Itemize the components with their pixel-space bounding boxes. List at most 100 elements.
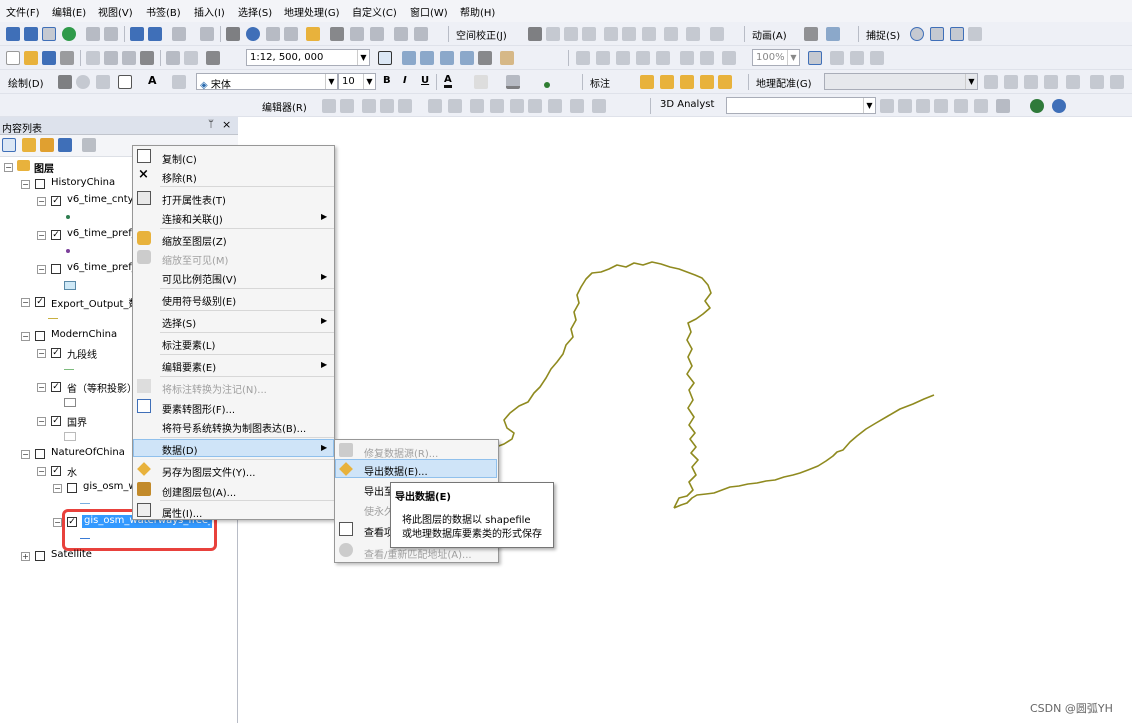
reshape-icon[interactable] — [428, 99, 442, 113]
edge-match-icon[interactable] — [664, 27, 678, 41]
python-window-icon[interactable] — [478, 51, 492, 65]
collapse-icon[interactable]: − — [21, 450, 30, 459]
edit-tool-icon[interactable] — [528, 27, 542, 41]
edge-snapping-icon[interactable] — [968, 27, 982, 41]
edit-tool-disabled-icon[interactable] — [322, 99, 336, 113]
html-popup-icon[interactable] — [284, 27, 298, 41]
end-snapping-icon[interactable] — [930, 27, 944, 41]
zoom-in-icon[interactable] — [6, 27, 20, 41]
menu-windows[interactable]: 窗口(W) — [410, 4, 448, 19]
adjust-icon[interactable] — [622, 27, 636, 41]
layout-pan-icon[interactable] — [616, 51, 630, 65]
find-icon[interactable] — [330, 27, 344, 41]
labeling-menu[interactable]: 标注 — [590, 75, 610, 90]
attributes-icon[interactable] — [510, 99, 524, 113]
collapse-icon[interactable]: − — [37, 349, 46, 358]
checkbox-checked[interactable]: ✓ — [35, 297, 45, 307]
marker-color-icon[interactable] — [544, 82, 550, 88]
animation-menu[interactable]: 动画(A) — [752, 27, 787, 42]
edit-vertices-icon[interactable] — [398, 99, 412, 113]
interpolate-line-icon[interactable] — [954, 99, 968, 113]
menu-item-remove[interactable]: 移除(R) — [162, 170, 197, 185]
trace-icon[interactable] — [380, 99, 394, 113]
menu-edit[interactable]: 编辑(E) — [52, 4, 86, 19]
full-extent-icon[interactable] — [62, 27, 76, 41]
draw-menu[interactable]: 绘制(D) — [8, 75, 44, 90]
toc-row-water[interactable]: 水 — [67, 464, 77, 479]
submenu-item-rematch-address[interactable]: 查看/重新匹配地址(A)... — [364, 546, 472, 561]
arcglobe-icon[interactable] — [1052, 99, 1066, 113]
scale-georef-icon[interactable] — [1024, 75, 1038, 89]
menu-item-visible-scale-range[interactable]: 可见比例范围(V) — [162, 271, 237, 286]
modelbuilder-icon[interactable] — [500, 51, 514, 65]
checkbox-unchecked[interactable] — [35, 449, 45, 459]
menu-item-zoom-to-layer[interactable]: 缩放至图层(Z) — [162, 233, 227, 248]
delete-icon[interactable] — [140, 51, 154, 65]
find-route-icon[interactable] — [350, 27, 364, 41]
zoom-out-icon[interactable] — [24, 27, 38, 41]
snapping-menu[interactable]: 捕捉(S) — [866, 27, 900, 42]
italic-button[interactable]: I — [403, 75, 407, 86]
submenu-item-repair-data-source[interactable]: 修复数据源(R)... — [364, 445, 438, 460]
layout-zoom-out-icon[interactable] — [596, 51, 610, 65]
menu-item-zoom-to-visible[interactable]: 缩放至可见(M) — [162, 252, 228, 267]
collapse-icon[interactable]: − — [37, 467, 46, 476]
collapse-icon[interactable]: − — [53, 518, 62, 527]
arctoolbox-icon[interactable] — [460, 51, 474, 65]
catalog-window-icon[interactable] — [420, 51, 434, 65]
go-back-extent-icon[interactable] — [700, 51, 714, 65]
go-forward-extent-icon[interactable] — [722, 51, 736, 65]
checkbox-checked[interactable]: ✓ — [51, 230, 61, 240]
menu-file[interactable]: 文件(F) — [6, 4, 40, 19]
list-by-source-icon[interactable] — [22, 138, 36, 152]
capture-view-icon[interactable] — [804, 27, 818, 41]
back-icon[interactable] — [130, 27, 144, 41]
collapse-icon[interactable]: − — [53, 484, 62, 493]
print-icon[interactable] — [60, 51, 74, 65]
collapse-icon[interactable]: − — [21, 332, 30, 341]
checkbox-checked[interactable]: ✓ — [51, 382, 61, 392]
expand-icon[interactable]: + — [21, 552, 30, 561]
interpolate-point-icon[interactable] — [934, 99, 948, 113]
layout-zoom-in-icon[interactable] — [576, 51, 590, 65]
collapse-icon[interactable]: − — [37, 417, 46, 426]
edit-annotation-icon[interactable] — [340, 99, 354, 113]
editor-toolbar-icon[interactable] — [378, 51, 392, 65]
toc-row-v6-time-cnty[interactable]: v6_time_cnty_ — [67, 194, 139, 205]
contour-icon[interactable] — [880, 99, 894, 113]
menu-item-selection[interactable]: 选择(S) — [162, 315, 196, 330]
profile-graph-icon[interactable] — [996, 99, 1010, 113]
add-data-icon[interactable] — [206, 51, 220, 65]
editor-more-icon[interactable] — [592, 99, 606, 113]
checkbox-checked[interactable]: ✓ — [51, 196, 61, 206]
georef-layer-combo[interactable]: ▼ — [824, 73, 978, 90]
toc-row-satellite[interactable]: Satellite — [51, 549, 92, 560]
collapse-icon[interactable]: − — [21, 298, 30, 307]
menu-bookmarks[interactable]: 书签(B) — [146, 4, 181, 19]
paste-icon[interactable] — [122, 51, 136, 65]
lock-labels-icon[interactable] — [700, 75, 714, 89]
toc-options-icon[interactable] — [82, 138, 96, 152]
fill-color-icon[interactable] — [474, 75, 488, 89]
underline-button[interactable]: U — [421, 75, 429, 86]
save-icon[interactable] — [42, 51, 56, 65]
fixed-zoom-icon[interactable] — [680, 51, 694, 65]
focus-data-frame-icon[interactable] — [830, 51, 844, 65]
collapse-icon[interactable]: − — [21, 180, 30, 189]
fixed-zoom-in-icon[interactable] — [86, 27, 100, 41]
menu-insert[interactable]: 插入(I) — [194, 4, 225, 19]
menu-item-create-layer-package[interactable]: 创建图层包(A)... — [162, 484, 236, 499]
collapse-icon[interactable]: − — [37, 265, 46, 274]
text-tool-icon[interactable]: A — [148, 74, 157, 87]
split-icon[interactable] — [470, 99, 484, 113]
toc-row-natureofchina[interactable]: NatureOfChina — [51, 447, 125, 458]
sketch-properties-icon[interactable] — [528, 99, 542, 113]
toc-row-gis-osm-water[interactable]: gis_osm_w — [83, 481, 137, 492]
checkbox-checked[interactable]: ✓ — [51, 416, 61, 426]
3d-layer-combo[interactable]: ▼ — [726, 97, 876, 114]
zoom-whole-page-icon[interactable] — [636, 51, 650, 65]
displacement-link-icon[interactable] — [546, 27, 560, 41]
viewer-icon[interactable] — [414, 27, 428, 41]
line-color-icon[interactable] — [506, 75, 520, 89]
zoom-to-elements-icon[interactable] — [96, 75, 110, 89]
